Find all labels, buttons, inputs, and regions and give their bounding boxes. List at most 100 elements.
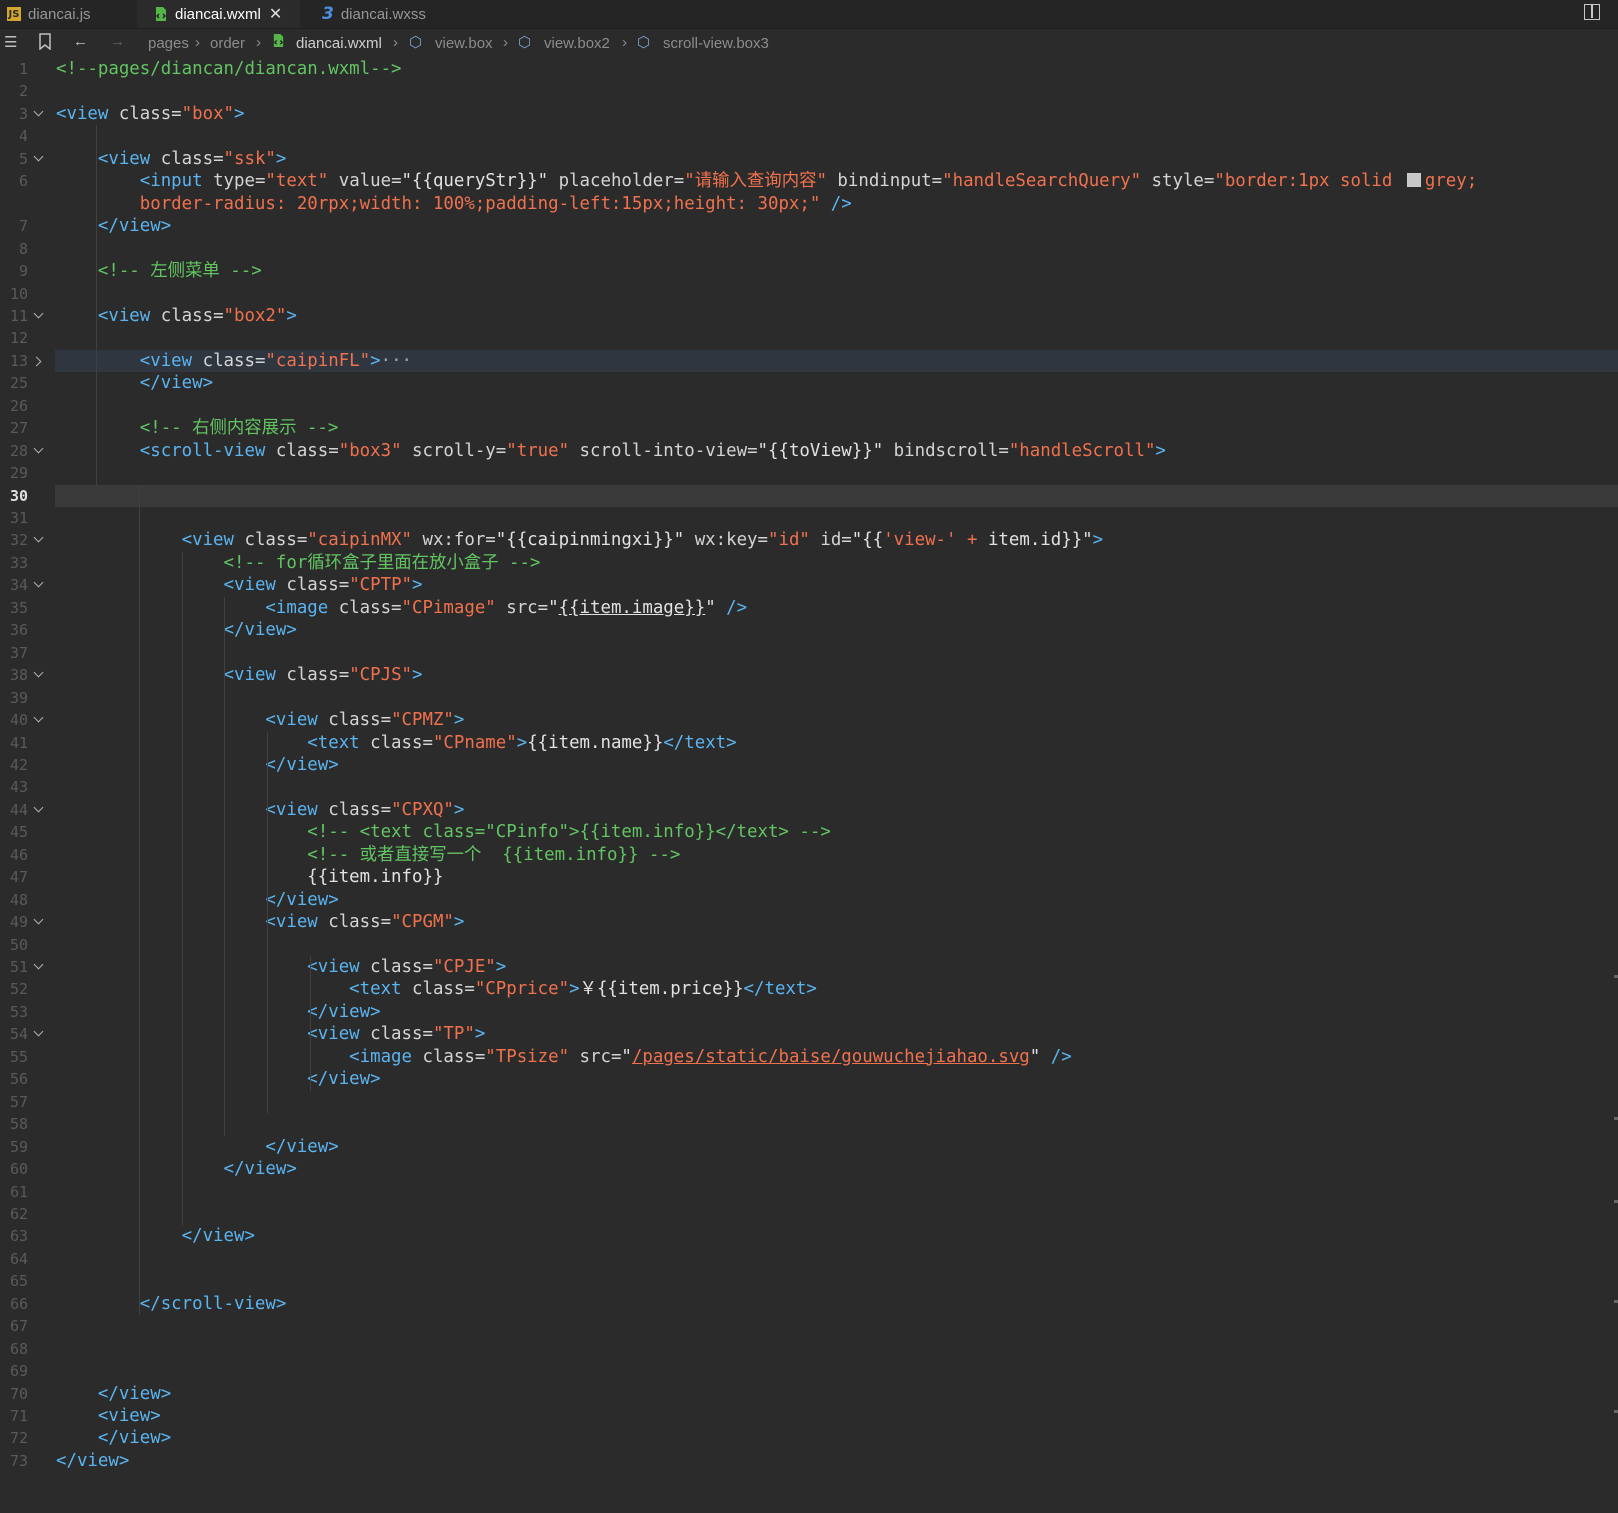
color-swatch-icon[interactable] xyxy=(1406,173,1421,188)
code-line: </view> xyxy=(56,1450,130,1471)
code-line: {{item.info}} xyxy=(307,867,444,888)
line-number: 48 xyxy=(9,890,28,909)
line-number: 12 xyxy=(9,329,28,348)
chevron-right-icon: › xyxy=(256,34,261,51)
fold-open-chevron-icon[interactable] xyxy=(33,305,45,327)
code-line: </view> xyxy=(181,1226,255,1247)
line-number: 57 xyxy=(9,1092,28,1111)
code-line: </view> xyxy=(223,1159,297,1180)
line-number: 44 xyxy=(9,800,28,819)
line-number: 59 xyxy=(9,1137,28,1156)
line-number: 5 xyxy=(18,149,28,168)
code-line: <input type="text" value="{{queryStr}}" … xyxy=(139,171,1478,192)
code-line: <!--pages/diancan/diancan.wxml--> xyxy=(56,59,402,79)
line-number: 71 xyxy=(9,1407,28,1425)
fold-open-chevron-icon[interactable] xyxy=(33,956,45,978)
line-number: 70 xyxy=(9,1384,28,1403)
breadcrumb-item[interactable]: pages xyxy=(148,35,189,52)
cube-icon: ⬡ xyxy=(518,34,532,51)
breadcrumb-item[interactable]: scroll-view.box3 xyxy=(663,35,769,52)
close-icon[interactable]: ✕ xyxy=(269,4,282,24)
line-number: 53 xyxy=(9,1002,28,1021)
code-line: </view> xyxy=(307,1001,381,1022)
line-number: 41 xyxy=(9,733,28,752)
line-number: 62 xyxy=(9,1204,28,1223)
line-number: 8 xyxy=(18,239,28,258)
fold-open-chevron-icon[interactable] xyxy=(33,799,45,821)
tab-diancai-wxml[interactable]: diancai.wxml ✕ xyxy=(137,0,300,28)
tab-diancai-js[interactable]: JS diancai.js xyxy=(0,0,135,28)
fold-open-chevron-icon[interactable] xyxy=(33,574,45,596)
code-line: <scroll-view class="box3" scroll-y="true… xyxy=(139,440,1166,461)
tab-bar: JS diancai.js diancai.wxml ✕ 3 diancai.w… xyxy=(0,0,1618,29)
code-line: </scroll-view> xyxy=(139,1293,287,1314)
indent-guide xyxy=(224,596,225,1136)
code-line: <view class="CPJE"> xyxy=(307,957,507,977)
line-number: 46 xyxy=(9,845,28,864)
line-number: 54 xyxy=(9,1025,28,1044)
line-number: 2 xyxy=(18,82,28,101)
split-editor-icon[interactable] xyxy=(1584,4,1600,20)
code-line: </view> xyxy=(265,889,339,910)
fold-open-chevron-icon[interactable] xyxy=(33,1023,45,1045)
code-editor[interactable]: 1 <!--pages/diancan/diancan.wxml--> 2 3 <vie… xyxy=(0,57,1618,1513)
fold-open-chevron-icon[interactable] xyxy=(33,103,45,125)
chevron-right-icon: › xyxy=(393,34,398,51)
code-line: </view> xyxy=(265,1136,339,1157)
fold-open-chevron-icon[interactable] xyxy=(33,664,45,686)
line-number: 56 xyxy=(9,1070,28,1089)
line-number: 47 xyxy=(9,868,28,887)
menu-icon[interactable]: ☰ xyxy=(4,33,17,51)
line-number: 73 xyxy=(9,1451,28,1470)
scrollbar-marker xyxy=(1614,1200,1618,1203)
breadcrumb-item[interactable]: view.box2 xyxy=(544,35,610,52)
code-line: </view> xyxy=(307,1069,381,1090)
scrollbar-marker xyxy=(1614,1300,1618,1303)
fold-open-chevron-icon[interactable] xyxy=(33,911,45,933)
line-number: 60 xyxy=(9,1160,28,1179)
line-number: 51 xyxy=(9,958,28,976)
back-arrow-icon[interactable]: ← xyxy=(73,33,88,50)
fold-open-chevron-icon[interactable] xyxy=(33,440,45,462)
fold-closed-chevron-icon[interactable] xyxy=(33,350,45,372)
folded-ellipsis-icon[interactable]: ··· xyxy=(381,351,412,371)
tab-diancai-wxss[interactable]: 3 diancai.wxss xyxy=(302,0,470,28)
fold-open-chevron-icon[interactable] xyxy=(33,148,45,170)
code-line: <view class="box2"> xyxy=(97,305,297,326)
line-number: 13 xyxy=(9,351,28,370)
line-number: 36 xyxy=(9,621,28,640)
code-line: <image class="TPsize" src="/pages/static… xyxy=(349,1046,1072,1067)
code-line: <view class="caipinFL">··· xyxy=(139,350,413,371)
code-line: <view> xyxy=(97,1406,161,1426)
line-number: 55 xyxy=(9,1047,28,1066)
line-number: 37 xyxy=(9,643,28,662)
breadcrumb-item[interactable]: diancai.wxml xyxy=(296,35,382,52)
line-number: 35 xyxy=(9,598,28,617)
chevron-right-icon: › xyxy=(503,34,508,51)
line-number: 32 xyxy=(9,531,28,550)
line-number: 31 xyxy=(9,509,28,527)
code-line: <view class="TP"> xyxy=(307,1024,486,1045)
fold-open-chevron-icon[interactable] xyxy=(33,709,45,731)
wxml-file-icon xyxy=(154,6,168,22)
chevron-right-icon: › xyxy=(195,34,200,51)
line-number: 45 xyxy=(9,823,28,842)
indent-guide xyxy=(182,551,183,1226)
scrollbar-marker xyxy=(1614,1410,1618,1413)
line-number: 72 xyxy=(9,1429,28,1448)
indent-guide xyxy=(139,484,140,1316)
line-number: 61 xyxy=(9,1182,28,1201)
indent-guide xyxy=(310,956,311,1091)
forward-arrow-icon[interactable]: → xyxy=(110,33,125,50)
line-number: 50 xyxy=(9,935,28,954)
line-number: 49 xyxy=(9,913,28,932)
chevron-right-icon: › xyxy=(622,34,627,51)
line-number: 11 xyxy=(9,306,28,325)
fold-open-chevron-icon[interactable] xyxy=(33,529,45,551)
tab-label: diancai.js xyxy=(28,5,91,23)
bookmark-icon[interactable] xyxy=(38,33,52,54)
breadcrumb-item[interactable]: view.box xyxy=(435,35,493,52)
line-number: 30 xyxy=(9,486,28,505)
breadcrumb-item[interactable]: order xyxy=(210,35,245,52)
line-number: 68 xyxy=(9,1339,28,1358)
